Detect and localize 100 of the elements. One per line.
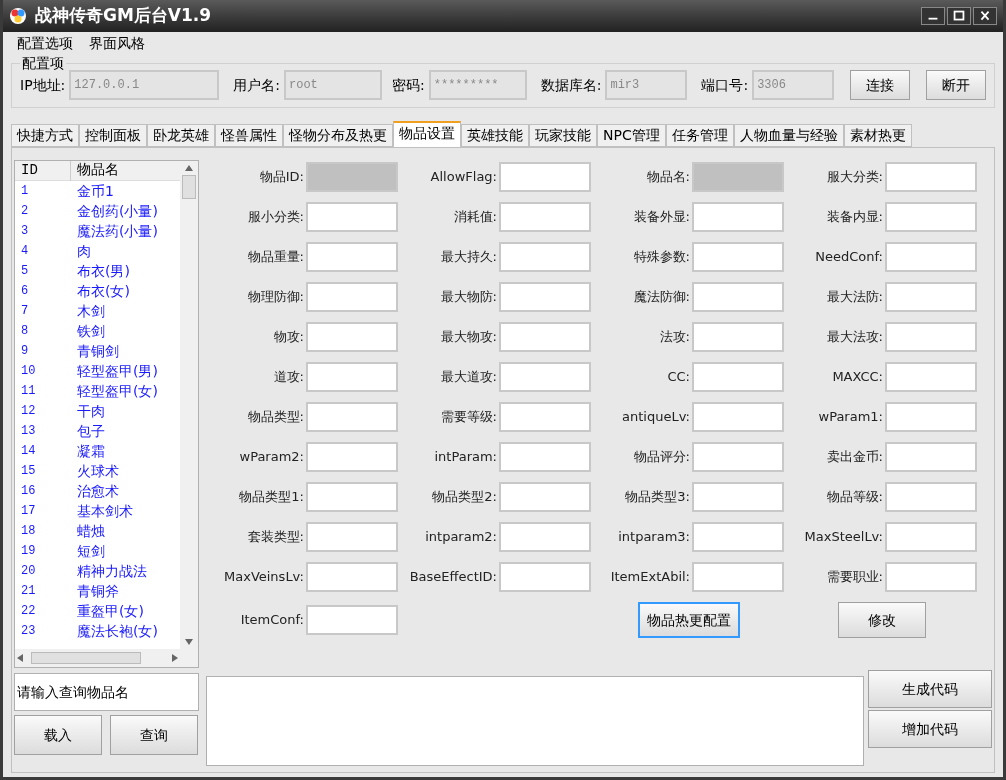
table-cell[interactable]: 布衣(女) — [71, 280, 136, 302]
table-cell[interactable]: 蜡烛 — [71, 520, 111, 542]
input-field[interactable] — [692, 442, 784, 472]
tab[interactable]: 怪兽属性 — [215, 124, 283, 147]
input-field[interactable] — [692, 282, 784, 312]
table-cell[interactable]: 火球术 — [71, 460, 125, 482]
query-button[interactable]: 查询 — [110, 715, 198, 755]
menu-item[interactable]: 界面风格 — [89, 32, 145, 54]
input-field[interactable] — [885, 482, 977, 512]
input-field[interactable] — [306, 202, 398, 232]
table-cell[interactable]: 青铜剑 — [71, 340, 125, 362]
table-cell[interactable]: 重盔甲(女) — [71, 600, 150, 622]
input-field[interactable] — [306, 562, 398, 592]
table-cell[interactable]: 干肉 — [71, 400, 111, 422]
scroll-up-arrow-icon[interactable] — [185, 165, 193, 171]
input-field[interactable] — [885, 442, 977, 472]
input-field[interactable] — [499, 522, 591, 552]
input-field[interactable] — [499, 402, 591, 432]
table-cell[interactable]: 凝霜 — [71, 440, 111, 462]
table-cell[interactable]: 铁剑 — [71, 320, 111, 342]
input-field[interactable] — [499, 362, 591, 392]
add-code-button[interactable]: 增加代码 — [868, 710, 992, 748]
input-field[interactable] — [885, 322, 977, 352]
input-field[interactable] — [885, 162, 977, 192]
tab[interactable]: 玩家技能 — [529, 124, 597, 147]
tab[interactable]: 英雄技能 — [461, 124, 529, 147]
input-field[interactable] — [692, 522, 784, 552]
table-cell[interactable]: 木剑 — [71, 300, 111, 322]
column-header[interactable]: ID — [15, 161, 71, 181]
table-cell[interactable]: 轻型盔甲(女) — [71, 380, 164, 402]
table-cell[interactable]: 包子 — [71, 420, 111, 442]
input-field[interactable] — [885, 282, 977, 312]
table-cell[interactable]: 轻型盔甲(男) — [71, 360, 164, 382]
input-field[interactable] — [306, 242, 398, 272]
input-field[interactable] — [885, 522, 977, 552]
input-field[interactable] — [885, 202, 977, 232]
search-field[interactable]: 请输入查询物品名 — [14, 673, 199, 711]
input-field[interactable] — [306, 322, 398, 352]
input-field[interactable] — [692, 202, 784, 232]
table-cell[interactable]: 基本剑术 — [71, 500, 139, 522]
tab[interactable]: 怪物分布及热更 — [283, 124, 393, 147]
table-cell[interactable]: 金币1 — [71, 180, 120, 202]
scroll-down-arrow-icon[interactable] — [185, 639, 193, 645]
input-field[interactable] — [306, 442, 398, 472]
vertical-scrollbar[interactable] — [180, 161, 198, 649]
input-field[interactable] — [885, 242, 977, 272]
input-field[interactable] — [306, 482, 398, 512]
table-cell[interactable]: 魔法药(小量) — [71, 220, 164, 242]
tab[interactable]: NPC管理 — [597, 124, 666, 147]
table-cell[interactable]: 肉 — [71, 240, 97, 262]
column-header[interactable]: 物品名 — [71, 161, 125, 181]
tab[interactable]: 卧龙英雄 — [147, 124, 215, 147]
horizontal-scrollbar[interactable] — [15, 649, 198, 667]
code-text-area[interactable] — [206, 676, 864, 766]
input-field[interactable] — [885, 362, 977, 392]
tab[interactable]: 快捷方式 — [11, 124, 79, 147]
input-field[interactable] — [306, 282, 398, 312]
minimize-icon[interactable] — [921, 7, 945, 25]
scrollbar-thumb[interactable] — [31, 652, 141, 664]
table-cell[interactable]: 魔法长袍(女) — [71, 620, 164, 642]
tab[interactable]: 素材热更 — [843, 124, 912, 147]
input-field[interactable] — [692, 242, 784, 272]
close-icon[interactable] — [973, 7, 997, 25]
table-cell[interactable]: 短剑 — [71, 540, 111, 562]
input-field[interactable] — [306, 605, 398, 635]
input-field[interactable] — [499, 482, 591, 512]
hot-update-config-button[interactable]: 物品热更配置 — [637, 602, 740, 638]
tab[interactable]: 物品设置 — [393, 121, 461, 147]
input-field[interactable] — [692, 402, 784, 432]
tab[interactable]: 人物血量与经验 — [733, 124, 844, 147]
input-field[interactable] — [499, 562, 591, 592]
scroll-right-arrow-icon[interactable] — [172, 654, 178, 662]
input-field[interactable] — [885, 402, 977, 432]
input-field[interactable] — [692, 562, 784, 592]
input-field[interactable] — [499, 162, 591, 192]
edit-button[interactable]: 修改 — [837, 602, 926, 638]
table-cell[interactable]: 精神力战法 — [71, 560, 153, 582]
connect-button[interactable]: 连接 — [850, 70, 911, 101]
scroll-left-arrow-icon[interactable] — [17, 654, 23, 662]
menu-item[interactable]: 配置选项 — [17, 32, 73, 54]
input-field[interactable] — [306, 402, 398, 432]
input-field[interactable] — [306, 362, 398, 392]
generate-code-button[interactable]: 生成代码 — [868, 670, 992, 708]
input-field[interactable] — [499, 202, 591, 232]
maximize-icon[interactable] — [947, 7, 971, 25]
table-cell[interactable]: 布衣(男) — [71, 260, 136, 282]
disconnect-button[interactable]: 断开 — [926, 70, 986, 101]
tab[interactable]: 任务管理 — [665, 124, 734, 147]
input-field[interactable] — [885, 562, 977, 592]
input-field[interactable] — [306, 522, 398, 552]
table-cell[interactable]: 金创药(小量) — [71, 200, 164, 222]
table-cell[interactable]: 青铜斧 — [71, 580, 125, 602]
input-field[interactable] — [499, 322, 591, 352]
input-field[interactable] — [499, 282, 591, 312]
input-field[interactable] — [692, 482, 784, 512]
input-field[interactable] — [499, 242, 591, 272]
input-field[interactable] — [499, 442, 591, 472]
table-cell[interactable]: 治愈术 — [71, 480, 125, 502]
input-field[interactable] — [692, 322, 784, 352]
load-button[interactable]: 载入 — [14, 715, 102, 755]
